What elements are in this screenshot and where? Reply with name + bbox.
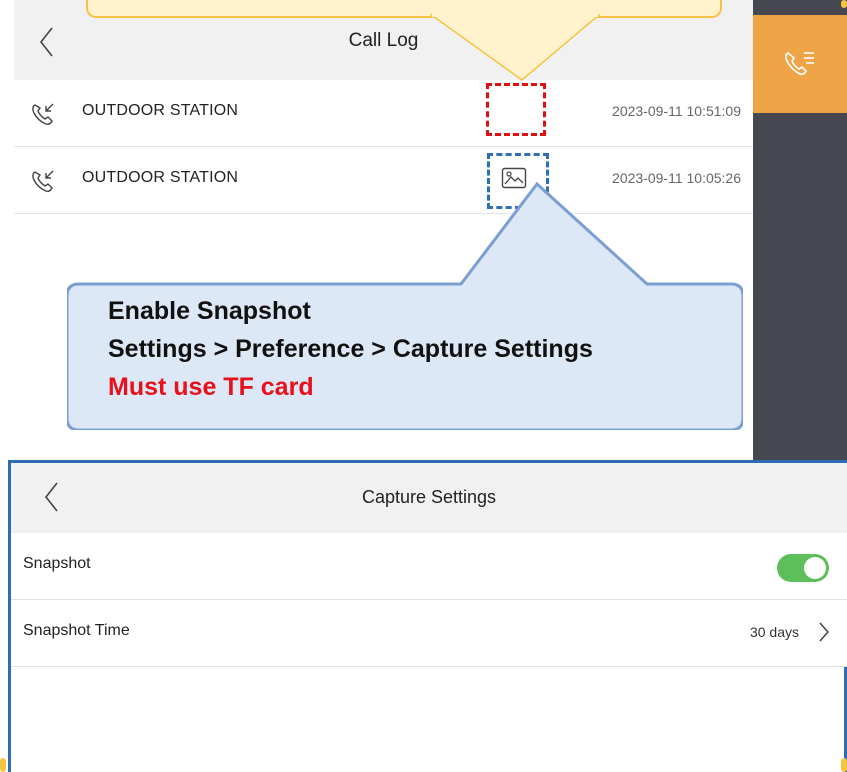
annotation-line: Enable Snapshot bbox=[108, 297, 311, 325]
page-title: Call Log bbox=[348, 30, 419, 51]
call-time: 2023-09-11 10:51:09 bbox=[612, 103, 741, 119]
snapshot-time-label: Snapshot Time bbox=[23, 622, 130, 639]
annotation-line: Settings > Preference > Capture Settings bbox=[108, 335, 593, 363]
caller-name: OUTDOOR STATION bbox=[82, 102, 239, 119]
snapshot-toggle[interactable] bbox=[777, 554, 829, 582]
corner-marker bbox=[841, 0, 847, 8]
corner-marker bbox=[0, 758, 6, 772]
page-title: Capture Settings bbox=[361, 487, 497, 507]
snapshot-label: Snapshot bbox=[23, 555, 91, 572]
call-log-icon bbox=[785, 52, 814, 76]
call-log-entry[interactable]: OUTDOOR STATION 2023-09-11 10:51:09 bbox=[14, 80, 753, 147]
callout-pointer bbox=[430, 14, 600, 81]
toggle-knob bbox=[804, 557, 826, 579]
snapshot-row: Snapshot bbox=[11, 533, 847, 600]
snapshot-time-value: 30 days bbox=[749, 624, 799, 640]
chevron-right-icon bbox=[819, 622, 830, 642]
incoming-call-icon bbox=[32, 170, 54, 192]
missing-snapshot-highlight bbox=[486, 83, 546, 136]
annotation-warning: Must use TF card bbox=[108, 373, 314, 401]
capture-settings-header: Capture Settings bbox=[11, 463, 847, 533]
corner-marker bbox=[841, 758, 847, 772]
annotation-text: Enable Snapshot Settings > Preference > … bbox=[108, 292, 593, 406]
snapshot-time-row[interactable]: Snapshot Time 30 days bbox=[11, 600, 847, 667]
capture-settings-screen: Capture Settings Snapshot Snapshot Time … bbox=[8, 460, 847, 772]
top-annotation-callout bbox=[86, 0, 722, 18]
call-log-tab[interactable] bbox=[753, 15, 847, 113]
incoming-call-icon bbox=[32, 103, 54, 125]
